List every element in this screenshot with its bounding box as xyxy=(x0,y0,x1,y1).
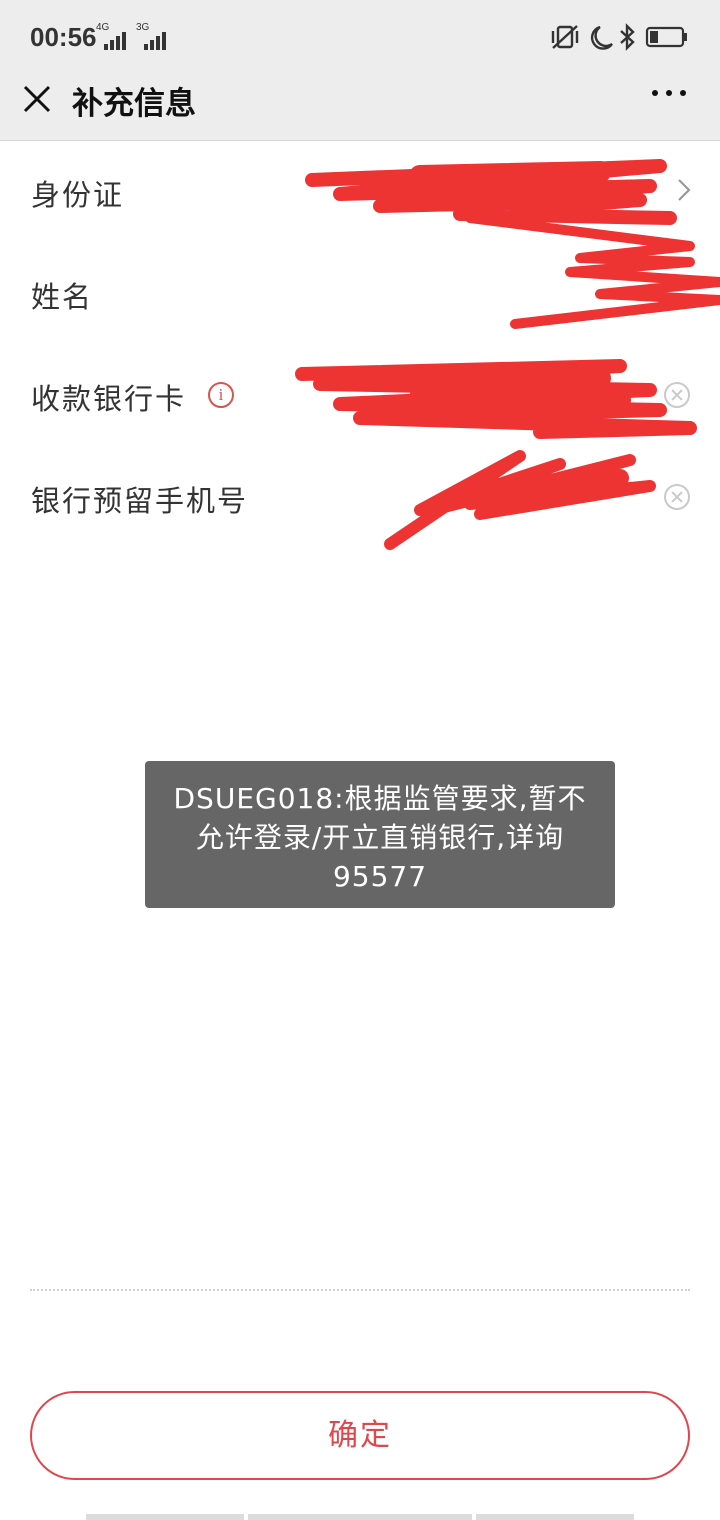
id-card-label: 身份证 xyxy=(31,178,125,212)
status-icons xyxy=(550,22,690,52)
nav-bar-segment xyxy=(248,1514,472,1520)
more-button[interactable] xyxy=(652,90,686,102)
clear-icon[interactable] xyxy=(664,382,690,408)
nav-bar-segment xyxy=(86,1514,244,1520)
vibrate-icon xyxy=(551,25,579,49)
nav-bar-segment xyxy=(476,1514,634,1520)
form-row-bank-card[interactable]: 收款银行卡 i xyxy=(0,344,720,446)
status-time: 00:56 xyxy=(30,22,97,52)
status-bar: 00:56 4G 3G xyxy=(0,0,720,72)
confirm-button[interactable]: 确定 xyxy=(30,1391,690,1480)
more-icon xyxy=(652,90,658,96)
form-row-name[interactable]: 姓名 xyxy=(0,242,720,344)
bank-card-label: 收款银行卡 xyxy=(31,382,187,416)
form-row-id-card[interactable]: 身份证 xyxy=(0,140,720,242)
chevron-right-icon xyxy=(678,179,691,201)
close-button[interactable] xyxy=(18,80,56,118)
toast-message: DSUEG018:根据监管要求,暂不允许登录/开立直销银行,详询95577 xyxy=(145,761,615,908)
phone-label: 银行预留手机号 xyxy=(31,484,249,518)
close-icon xyxy=(23,85,51,113)
clear-icon[interactable] xyxy=(664,484,690,510)
moon-icon xyxy=(590,25,613,50)
battery-icon xyxy=(645,26,687,48)
divider xyxy=(30,1289,690,1291)
form-row-phone[interactable]: 银行预留手机号 xyxy=(0,446,720,548)
bluetooth-icon xyxy=(620,23,635,51)
page-title: 补充信息 xyxy=(72,86,196,122)
title-bar: 补充信息 xyxy=(0,72,720,141)
name-label: 姓名 xyxy=(31,280,94,314)
info-icon[interactable]: i xyxy=(208,382,234,408)
